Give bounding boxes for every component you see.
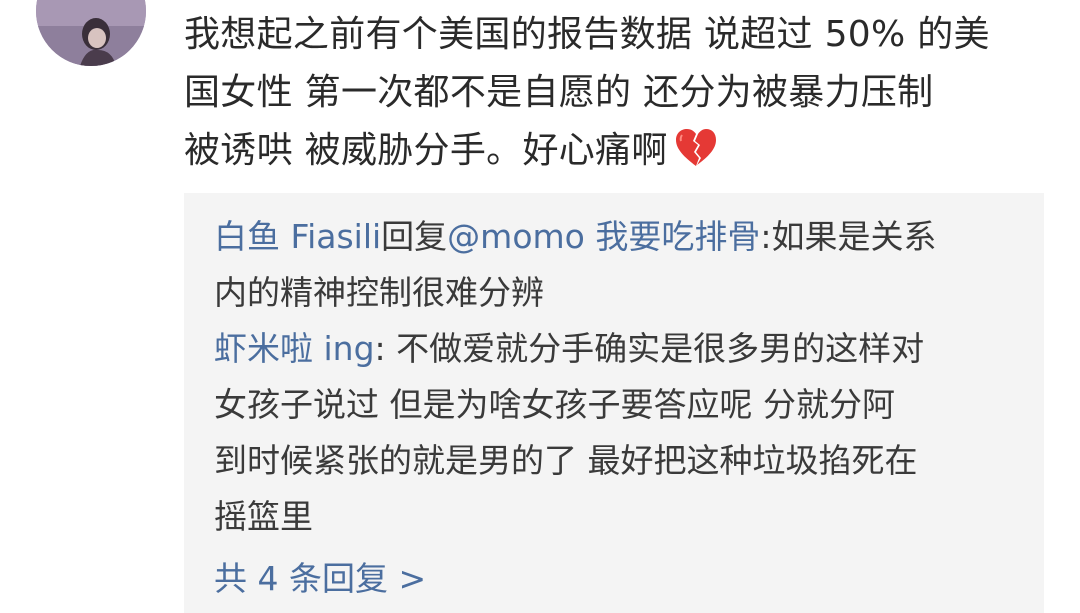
comment-body: 我想起之前有个美国的报告数据 说超过 50% 的美 国女性 第一次都不是自愿的 … — [184, 6, 1054, 186]
comment-line-1: 我想起之前有个美国的报告数据 说超过 50% 的美 — [184, 14, 990, 55]
reply-line: 摇篮里 — [214, 497, 313, 536]
comment-line-3-text: 被诱哄 被威胁分手。好心痛啊 — [184, 130, 668, 171]
reply-word: 回复 — [381, 217, 448, 256]
reply-line: 到时候紧张的就是男的了 最好把这种垃圾掐死在 — [214, 441, 918, 480]
reply-line: 白鱼 Fiasili回复@momo 我要吃排骨:如果是关系 — [214, 209, 1014, 265]
reply-username[interactable]: 虾米啦 ing — [214, 329, 375, 368]
reply-box: 白鱼 Fiasili回复@momo 我要吃排骨:如果是关系 内的精神控制很难分辨… — [184, 193, 1044, 613]
reply-mention[interactable]: @momo 我要吃排骨 — [447, 217, 760, 256]
reply-line: 虾米啦 ing: 不做爱就分手确实是很多男的这样对 — [214, 321, 1014, 377]
reply-line: 内的精神控制很难分辨 — [214, 273, 544, 312]
reply-text: : 不做爱就分手确实是很多男的这样对 — [374, 329, 925, 368]
avatar[interactable] — [36, 0, 146, 66]
broken-heart-icon — [674, 128, 718, 186]
avatar-photo — [36, 0, 146, 66]
comment-line-3: 被诱哄 被威胁分手。好心痛啊 — [184, 122, 1054, 186]
reply-username[interactable]: 白鱼 Fiasili — [214, 217, 381, 256]
reply-text: :如果是关系 — [760, 217, 937, 256]
reply-line: 女孩子说过 但是为啥女孩子要答应呢 分就分阿 — [214, 385, 895, 424]
more-replies-link[interactable]: 共 4 条回复 > — [214, 559, 426, 599]
reply-item[interactable]: 白鱼 Fiasili回复@momo 我要吃排骨:如果是关系 内的精神控制很难分辨 — [214, 209, 1014, 321]
reply-item[interactable]: 虾米啦 ing: 不做爱就分手确实是很多男的这样对 女孩子说过 但是为啥女孩子要… — [214, 321, 1014, 545]
comment-line-2: 国女性 第一次都不是自愿的 还分为被暴力压制 — [184, 72, 934, 113]
